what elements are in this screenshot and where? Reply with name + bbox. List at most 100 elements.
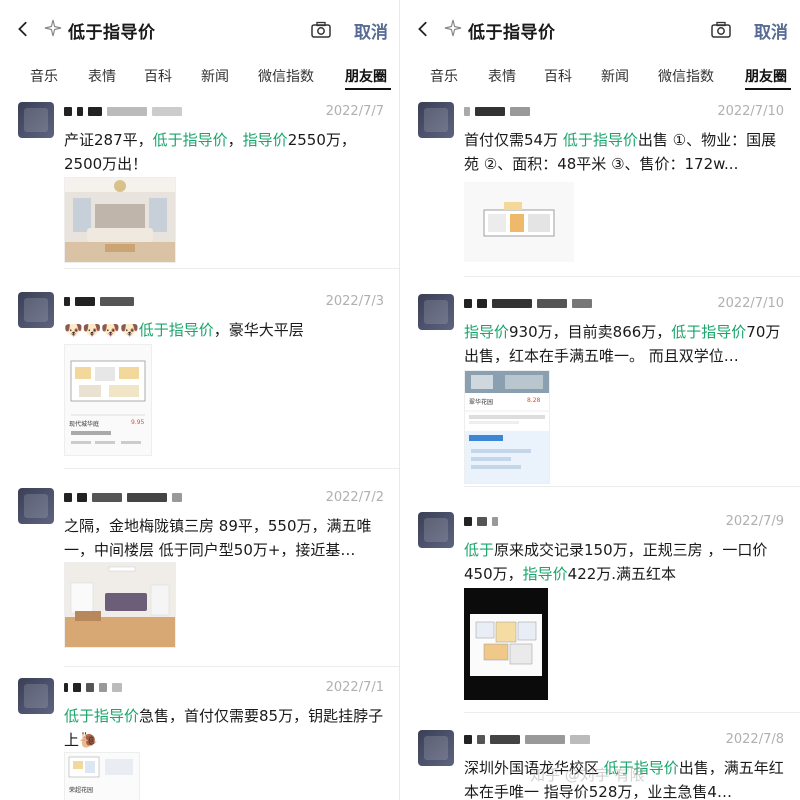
- tab-music[interactable]: 音乐: [30, 66, 58, 86]
- moment-post[interactable]: 2022/7/7 产证287平，低于指导价，指导价2550万，2500万出！: [0, 100, 400, 270]
- blurred-username: [464, 104, 530, 118]
- avatar[interactable]: [418, 102, 454, 138]
- post-date: 2022/7/7: [325, 104, 384, 119]
- back-button[interactable]: [12, 18, 34, 40]
- right-screenshot: 低于指导价 取消 音乐 表情 百科 新闻 微信指数 朋友圈 2022/7/10 …: [400, 0, 800, 800]
- post-date: 2022/7/2: [325, 490, 384, 505]
- highlighted-keyword: 低于指导价: [138, 321, 214, 339]
- category-tabs: 音乐 表情 百科 新闻 微信指数 朋友圈: [0, 60, 400, 96]
- tab-news[interactable]: 新闻: [201, 66, 229, 86]
- sparkle-search-icon: [44, 19, 62, 37]
- image-price: 8.28: [527, 397, 541, 404]
- tab-stickers[interactable]: 表情: [88, 66, 116, 86]
- moment-post[interactable]: 2022/7/9 低于原来成交记录150万，正规三房 ，一口价450万，指导价4…: [400, 510, 800, 714]
- post-date: 2022/7/9: [725, 514, 784, 529]
- highlighted-keyword: 指导价: [522, 565, 568, 583]
- post-date: 2022/7/8: [725, 732, 784, 747]
- highlighted-keyword: 低于指导价: [671, 323, 747, 341]
- tab-moments[interactable]: 朋友圈: [745, 66, 787, 86]
- sparkle-search-icon: [444, 19, 462, 37]
- cancel-button[interactable]: 取消: [354, 18, 388, 43]
- avatar[interactable]: [18, 292, 54, 328]
- text-segment: 422万.满五红本: [567, 565, 677, 583]
- search-input[interactable]: 低于指导价: [68, 18, 156, 43]
- post-divider: [64, 666, 400, 667]
- avatar[interactable]: [418, 730, 454, 766]
- highlighted-keyword: 低于: [464, 541, 495, 559]
- post-photo-dining-room[interactable]: [64, 562, 176, 648]
- blurred-username: [464, 514, 498, 528]
- search-header: 低于指导价 取消: [400, 0, 800, 60]
- blurred-username: [464, 296, 592, 310]
- search-input[interactable]: 低于指导价: [468, 18, 556, 43]
- cancel-button[interactable]: 取消: [754, 18, 788, 43]
- tab-stickers[interactable]: 表情: [488, 66, 516, 86]
- moment-post[interactable]: 2022/7/10 指导价930万，目前卖866万，低于指导价70万出售，红本在…: [400, 292, 800, 488]
- watermark: 知乎 @刘宇 有限: [530, 766, 645, 784]
- blurred-username: [464, 732, 590, 746]
- post-image-floor-plan[interactable]: 现代城华庭 9.95: [64, 344, 152, 456]
- post-divider: [64, 468, 400, 469]
- left-screenshot: 低于指导价 取消 音乐 表情 百科 新闻 微信指数 朋友圈 2022/7/7 产…: [0, 0, 400, 800]
- image-caption: 荣超花园: [69, 787, 94, 794]
- highlighted-keyword: 低于指导价: [64, 707, 140, 725]
- text-segment: 🐶🐶🐶🐶: [64, 321, 139, 339]
- post-text: 低于指导价急售，首付仅需要85万，钥匙挂脖子上🐌: [64, 704, 384, 752]
- moment-post[interactable]: 2022/7/2 之隔，金地梅陇镇三房 89平，550万，满五唯一，中间楼层 低…: [0, 486, 400, 667]
- search-header: 低于指导价 取消: [0, 0, 400, 60]
- post-divider: [464, 712, 800, 713]
- back-arrow-icon: [418, 21, 427, 37]
- highlighted-keyword: 低于指导价: [152, 131, 228, 149]
- tab-moments[interactable]: 朋友圈: [345, 66, 387, 86]
- highlighted-keyword: 低于指导价: [562, 131, 638, 149]
- post-text: 🐶🐶🐶🐶低于指导价，豪华大平层: [64, 318, 384, 342]
- camera-icon[interactable]: [710, 20, 732, 40]
- highlighted-keyword: 指导价: [464, 323, 510, 341]
- post-text: 低于原来成交记录150万，正规三房 ，一口价450万，指导价422万.满五红本: [464, 538, 784, 586]
- post-image-floor-plan[interactable]: [464, 182, 574, 262]
- avatar[interactable]: [18, 678, 54, 714]
- active-tab-indicator: [345, 88, 391, 90]
- text-segment: 之隔，金地梅陇镇三房 89平，550万，满五唯一，中间楼层 低于同户型50万+，…: [64, 517, 372, 559]
- tab-wechat-index[interactable]: 微信指数: [658, 66, 714, 86]
- category-tabs: 音乐 表情 百科 新闻 微信指数 朋友圈: [400, 60, 800, 96]
- tab-wechat-index[interactable]: 微信指数: [258, 66, 314, 86]
- blurred-username: [64, 294, 134, 308]
- image-caption: 翠华花园: [469, 399, 494, 406]
- moment-post[interactable]: 2022/7/3 🐶🐶🐶🐶低于指导价，豪华大平层 现代城华庭 9.95: [0, 290, 400, 470]
- active-tab-indicator: [745, 88, 791, 90]
- post-divider: [64, 268, 400, 269]
- post-text: 之隔，金地梅陇镇三房 89平，550万，满五唯一，中间楼层 低于同户型50万+，…: [64, 514, 384, 562]
- avatar[interactable]: [18, 102, 54, 138]
- post-image-listing[interactable]: 荣超花园: [64, 752, 140, 800]
- camera-icon[interactable]: [310, 20, 332, 40]
- back-arrow-icon: [18, 21, 27, 37]
- tab-encyclopedia[interactable]: 百科: [544, 66, 572, 86]
- text-segment: ，豪华大平层: [213, 321, 304, 339]
- blurred-username: [64, 490, 182, 504]
- back-button[interactable]: [412, 18, 434, 40]
- avatar[interactable]: [418, 512, 454, 548]
- moment-post[interactable]: 2022/7/10 首付仅需54万 低于指导价出售 ①、物业：国展苑 ②、面积：…: [400, 100, 800, 280]
- post-image-listing-screenshot[interactable]: 翠华花园 8.28: [464, 370, 550, 484]
- post-photo-living-room[interactable]: [64, 177, 176, 263]
- image-price: 9.95: [131, 419, 145, 426]
- tab-news[interactable]: 新闻: [601, 66, 629, 86]
- tab-music[interactable]: 音乐: [430, 66, 458, 86]
- image-caption: 现代城华庭: [69, 421, 100, 428]
- blurred-username: [64, 680, 122, 694]
- moment-post[interactable]: 2022/7/1 低于指导价急售，首付仅需要85万，钥匙挂脖子上🐌 荣超花园: [0, 676, 400, 800]
- post-date: 2022/7/10: [717, 296, 784, 311]
- avatar[interactable]: [418, 294, 454, 330]
- post-text: 首付仅需54万 低于指导价出售 ①、物业：国展苑 ②、面积：48平米 ③、售价：…: [464, 128, 784, 176]
- text-segment: ，: [227, 131, 243, 149]
- post-text: 产证287平，低于指导价，指导价2550万，2500万出！: [64, 128, 384, 176]
- post-date: 2022/7/3: [325, 294, 384, 309]
- avatar[interactable]: [18, 488, 54, 524]
- post-date: 2022/7/10: [717, 104, 784, 119]
- blurred-username: [64, 104, 182, 118]
- post-text: 指导价930万，目前卖866万，低于指导价70万出售，红本在手满五唯一。 而且双…: [464, 320, 784, 368]
- tab-encyclopedia[interactable]: 百科: [144, 66, 172, 86]
- post-image-floor-plan-dark[interactable]: [464, 588, 548, 700]
- post-divider: [464, 276, 800, 277]
